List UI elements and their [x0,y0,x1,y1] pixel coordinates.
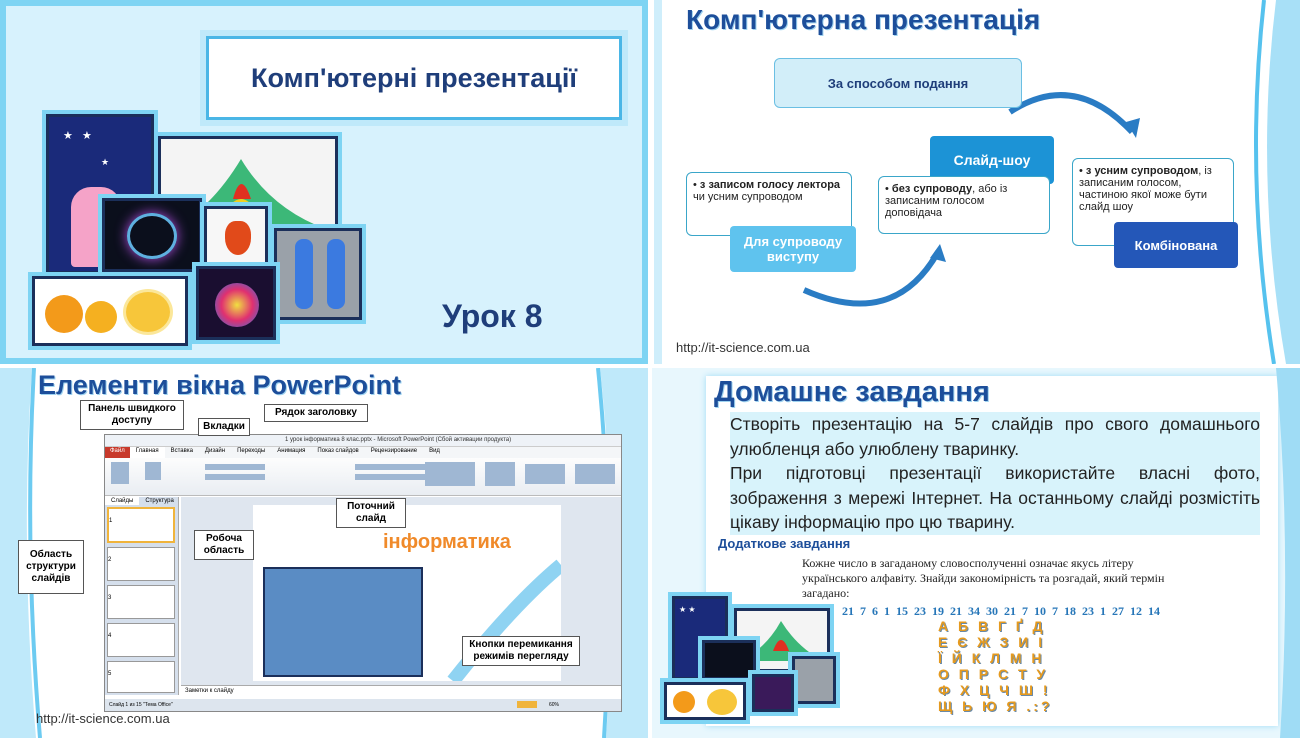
ribbon-tabs: Файл Главная Вставка Дизайн Переходы Ани… [105,447,621,458]
view-buttons[interactable] [517,701,537,708]
slide-thumbnail[interactable]: 3 [107,585,175,619]
status-text: Слайд 1 из 15 "Тема Office" [109,702,173,708]
3d-figures-image [792,656,836,704]
alphabet-row: А Б В Г Ґ Д [938,618,1046,634]
fractal-flower-image [196,266,276,340]
lesson-number: Урок 8 [442,298,543,334]
ribbon-tab-animation[interactable]: Анимация [271,447,311,458]
slide3-url: http://it-science.com.ua [36,711,170,726]
callout-slide-structure: Область структури слайдів [18,540,84,594]
thumb-number: 5 [108,671,112,677]
left-bullet-bold: з записом голосу лектора [699,179,841,191]
slides-panel: Слайды Структура 1 2 3 4 5 [105,497,179,695]
left-bullet-rest: чи усним супроводом [693,191,803,203]
homework-paragraph-1: Створіть презентацію на 5-7 слайдів про … [730,412,1260,461]
panel-tab-outline[interactable]: Структура [139,497,179,505]
slide-thumbnail[interactable]: 5 [107,661,175,693]
riddle-numbers: 21 7 6 1 15 23 19 21 34 30 21 7 10 7 18 … [842,604,1160,618]
alphabet-row: Ф Х Ц Ч Ш ! [938,682,1051,698]
presentation-mode-box: За способом подання [774,58,1022,108]
ribbon-tab-design[interactable]: Дизайн [199,447,231,458]
ribbon-tab-file[interactable]: Файл [105,447,130,458]
orange-image [32,276,188,346]
thumb-number: 1 [109,518,113,524]
callout-quick-access: Панель швидкого доступу [80,400,184,430]
ribbon-tab-transitions[interactable]: Переходы [231,447,271,458]
ribbon [105,458,621,496]
ribbon-tab-slideshow[interactable]: Показ слайдов [311,447,364,458]
middle-bullet-bold: без супроводу [891,183,973,195]
slide1-title: Комп'ютерні презентації [251,62,577,93]
homework-text: Створіть презентацію на 5-7 слайдів про … [730,412,1260,535]
alphabet-row: О П Р С Т У [938,666,1049,682]
right-bullet-bold: з усним супроводом [1085,165,1199,177]
thumb-number: 3 [108,595,112,601]
slide-thumbnail[interactable]: 4 [107,623,175,657]
thumb-number: 2 [108,557,112,563]
slide3-title: Елементи вікна PowerPoint [38,370,402,400]
slide-thumbnail[interactable]: 1 [107,507,175,543]
slide-thumbnail[interactable]: 2 [107,547,175,581]
current-slide-word: інформатика [383,531,511,553]
tulip-image [204,206,268,272]
orange-image [664,682,746,720]
combined-button: Комбінована [1114,222,1238,268]
ribbon-tab-home[interactable]: Главная [129,447,165,458]
slide-homework: Домашнє завдання Створіть презентацію на… [652,368,1300,738]
ribbon-tab-review[interactable]: Рецензирование [365,447,423,458]
slide-presentation-types: Комп'ютерна презентація За способом пода… [654,0,1300,364]
alphabet-row: Щ Ь Ю Я .:? [938,698,1053,714]
panel-tab-slides[interactable]: Слайды [105,497,140,505]
slide-collage-image [263,567,423,677]
powerpoint-window: 1 урок інформатика 8 клас.pptx - Microso… [104,434,622,712]
fractal-image [702,640,756,680]
notes-pane[interactable]: Заметки к слайду [181,685,621,697]
ribbon-tab-view[interactable]: Вид [423,447,446,458]
extra-task-title: Додаткове завдання [718,536,851,551]
fractal-flower-image [752,674,794,712]
speech-support-button: Для супроводу виступу [730,226,856,272]
callout-tabs: Вкладки [198,418,250,436]
riddle-text: Кожне число в загаданому словосполученні… [802,556,1165,600]
fractal-image [102,198,202,272]
alphabet-row: Е Є Ж З И І [938,634,1046,650]
callout-current-slide: Поточний слайд [336,498,406,528]
callout-work-area: Робоча область [194,530,254,560]
alphabet-row: Ї Й К Л М Н [938,650,1045,666]
slide4-title: Домашнє завдання [714,376,990,408]
title-bar: 1 урок інформатика 8 клас.pptx - Microso… [105,435,621,447]
alphabet-grid: А Б В Г Ґ Д Е Є Ж З И І Ї Й К Л М Н О П … [938,618,1053,714]
status-bar: Слайд 1 из 15 "Тема Office" 60% [105,699,621,711]
slide-title: Комп'ютерні презентації ★ ★ ★ Урок 8 [0,0,648,364]
callout-view-buttons: Кнопки перемикання режимів перегляду [462,636,580,666]
callout-title-bar: Рядок заголовку [264,404,368,422]
zoom-level: 60% [549,702,560,708]
slide2-url: http://it-science.com.ua [676,340,810,355]
homework-paragraph-2: При підготовці презентації використайте … [730,461,1260,535]
thumb-number: 4 [108,633,112,639]
slide1-title-box: Комп'ютерні презентації [200,30,628,126]
ribbon-tab-insert[interactable]: Вставка [165,447,199,458]
middle-bullet-box: • без супроводу, або із записаним голосо… [878,176,1050,234]
slide-powerpoint-window: Елементи вікна PowerPoint 1 урок інформа… [0,368,648,738]
slide2-title: Комп'ютерна презентація [686,4,1041,35]
3d-figures-image [274,228,362,320]
